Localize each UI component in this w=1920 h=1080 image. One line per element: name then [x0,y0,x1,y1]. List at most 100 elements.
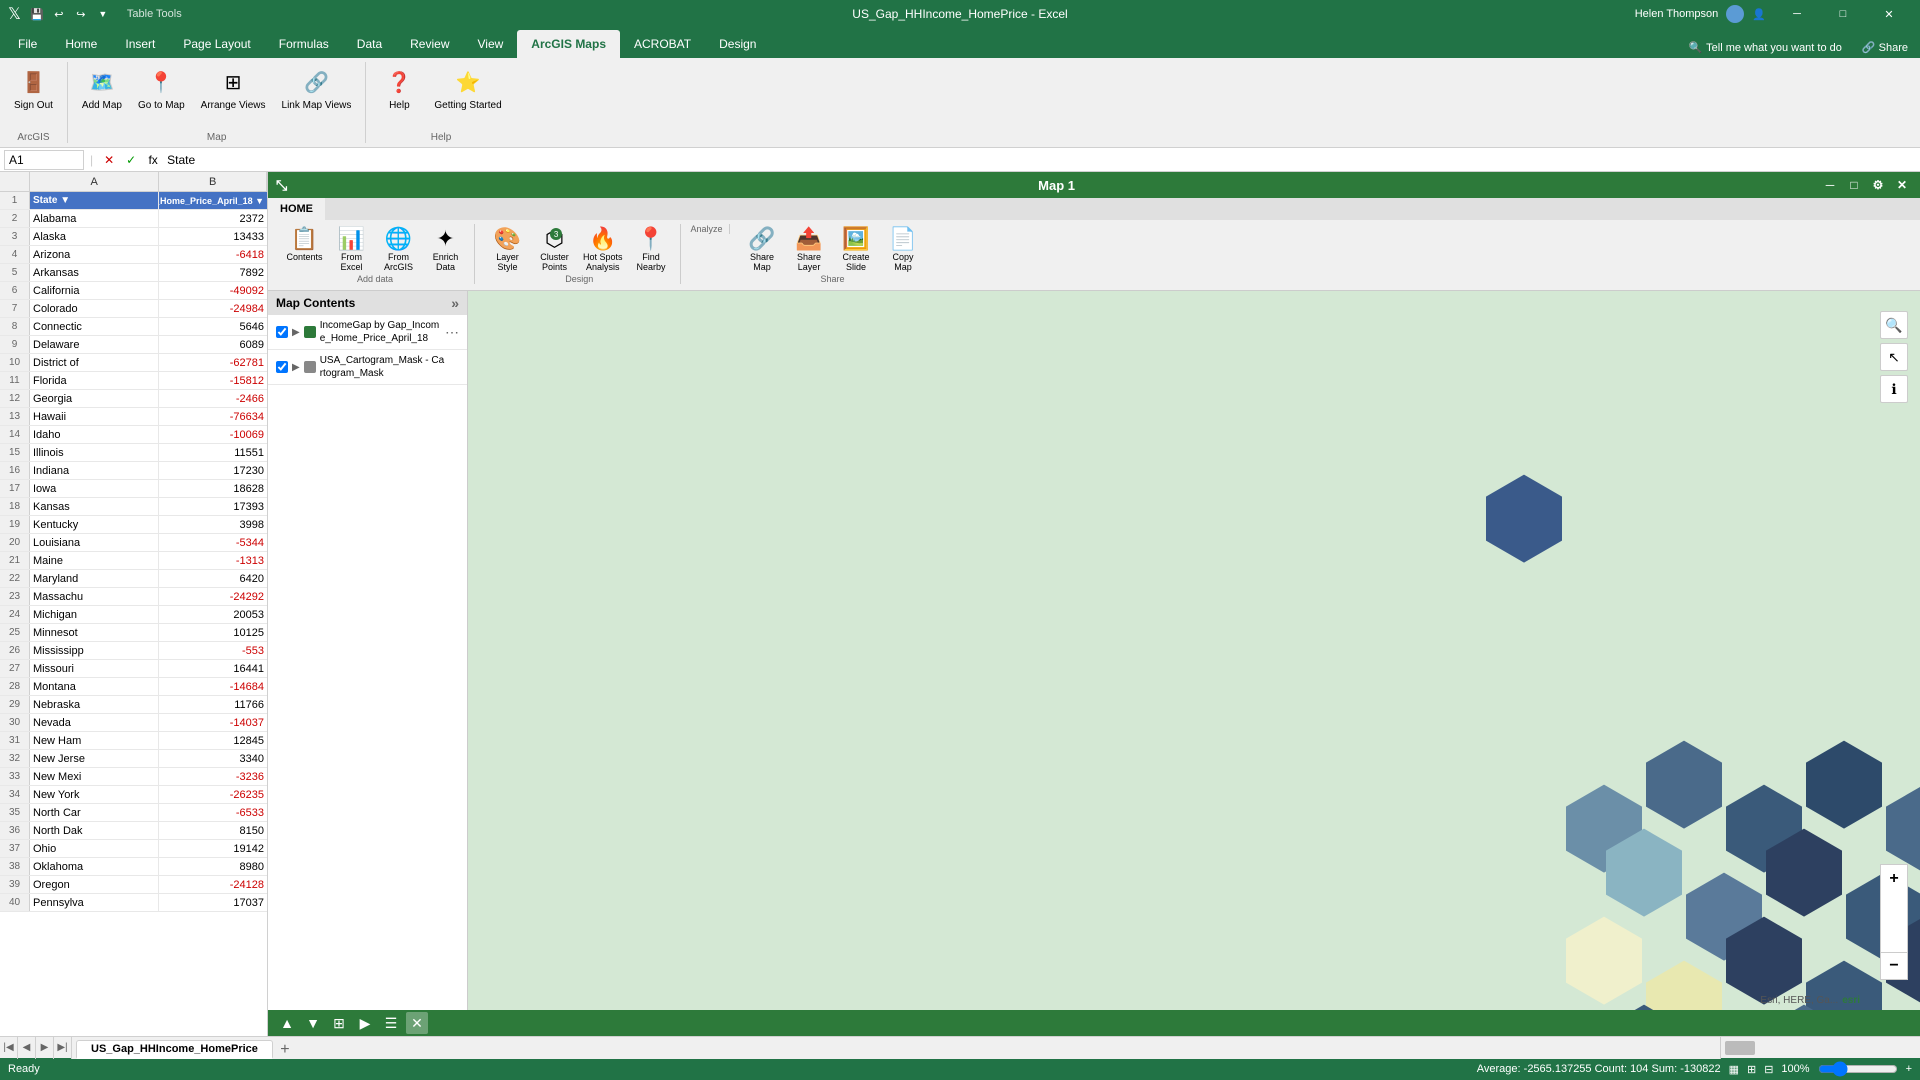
tell-me-input[interactable]: Tell me what you want to do [1706,42,1842,54]
col-header-a[interactable]: A [30,172,160,191]
enrich-data-button[interactable]: ✦ EnrichData [423,224,468,274]
cell-state-31[interactable]: New Ham [30,732,159,749]
table-row[interactable]: 7 Colorado -24984 [0,300,267,318]
cell-value-9[interactable]: 6089 [159,336,267,353]
map-contents-collapse-button[interactable]: » [451,295,459,311]
table-row[interactable]: 24 Michigan 20053 [0,606,267,624]
table-row[interactable]: 36 North Dak 8150 [0,822,267,840]
tab-page-layout[interactable]: Page Layout [169,30,264,58]
cell-state-33[interactable]: New Mexi [30,768,159,785]
header-row[interactable]: 1 State ▼ Gap_Income_Home_Price_April_18… [0,192,267,210]
formula-input[interactable] [167,153,1916,167]
cell-value-13[interactable]: -76634 [159,408,267,425]
tab-acrobat[interactable]: ACROBAT [620,30,705,58]
horizontal-scrollbar[interactable] [1720,1037,1920,1059]
insert-function-button[interactable]: fx [143,150,163,170]
cell-state-6[interactable]: California [30,282,159,299]
table-row[interactable]: 22 Maryland 6420 [0,570,267,588]
cell-value-2[interactable]: 2372 [159,210,267,227]
sheet-tab-main[interactable]: US_Gap_HHIncome_HomePrice [76,1040,273,1059]
cell-value-21[interactable]: -1313 [159,552,267,569]
cell-value-36[interactable]: 8150 [159,822,267,839]
table-row[interactable]: 21 Maine -1313 [0,552,267,570]
cell-value-39[interactable]: -24128 [159,876,267,893]
map-tab-home[interactable]: HOME [268,198,325,220]
from-excel-button[interactable]: 📊 FromExcel [329,224,374,274]
table-row[interactable]: 39 Oregon -24128 [0,876,267,894]
table-row[interactable]: 12 Georgia -2466 [0,390,267,408]
map-search-button[interactable]: 🔍 [1880,311,1908,339]
name-box[interactable] [4,150,84,170]
map-info-button[interactable]: ℹ [1880,375,1908,403]
cell-value-3[interactable]: 13433 [159,228,267,245]
copy-map-button[interactable]: 📄 CopyMap [881,224,926,274]
cell-state-14[interactable]: Idaho [30,426,159,443]
pagebreak-view-icon[interactable]: ⊟ [1764,1063,1773,1076]
map-canvas[interactable]: 🔍 ↖ ℹ + − Esri, HERE, Ga... esri [468,291,1920,1010]
cell-state-15[interactable]: Illinois [30,444,159,461]
cell-value-12[interactable]: -2466 [159,390,267,407]
cell-value-8[interactable]: 5646 [159,318,267,335]
add-sheet-button[interactable]: + [275,1041,295,1059]
table-row[interactable]: 13 Hawaii -76634 [0,408,267,426]
cell-a1[interactable]: State ▼ [30,192,159,209]
table-row[interactable]: 11 Florida -15812 [0,372,267,390]
map-close-button[interactable]: ✕ [1892,175,1912,195]
layer-1-checkbox[interactable] [276,326,288,338]
scroll-prev-button[interactable]: ◀ [18,1037,36,1059]
cell-value-17[interactable]: 18628 [159,480,267,497]
zoom-in-button[interactable]: + [1880,864,1908,892]
getting-started-button[interactable]: ⭐ Getting Started [428,62,507,116]
cell-state-36[interactable]: North Dak [30,822,159,839]
table-row[interactable]: 28 Montana -14684 [0,678,267,696]
cell-state-11[interactable]: Florida [30,372,159,389]
tab-data[interactable]: Data [343,30,396,58]
table-row[interactable]: 18 Kansas 17393 [0,498,267,516]
cell-state-16[interactable]: Indiana [30,462,159,479]
cell-state-9[interactable]: Delaware [30,336,159,353]
cell-value-5[interactable]: 7892 [159,264,267,281]
table-row[interactable]: 25 Minnesot 10125 [0,624,267,642]
cell-state-32[interactable]: New Jerse [30,750,159,767]
tab-arcgis-maps[interactable]: ArcGIS Maps [517,30,620,58]
tab-insert[interactable]: Insert [111,30,169,58]
cell-state-8[interactable]: Connectic [30,318,159,335]
table-row[interactable]: 37 Ohio 19142 [0,840,267,858]
cell-value-18[interactable]: 17393 [159,498,267,515]
table-row[interactable]: 15 Illinois 11551 [0,444,267,462]
cell-state-2[interactable]: Alabama [30,210,159,227]
share-layer-button[interactable]: 📤 ShareLayer [787,224,832,274]
share-icon[interactable]: 👤 [1752,8,1766,21]
table-row[interactable]: 20 Louisiana -5344 [0,534,267,552]
help-button[interactable]: ❓ Help [374,62,424,116]
cell-state-12[interactable]: Georgia [30,390,159,407]
cell-state-18[interactable]: Kansas [30,498,159,515]
cell-value-40[interactable]: 17037 [159,894,267,911]
table-row[interactable]: 6 California -49092 [0,282,267,300]
table-row[interactable]: 8 Connectic 5646 [0,318,267,336]
table-row[interactable]: 33 New Mexi -3236 [0,768,267,786]
cell-value-29[interactable]: 11766 [159,696,267,713]
nav-down-button[interactable]: ▼ [302,1012,324,1034]
cell-value-24[interactable]: 20053 [159,606,267,623]
add-map-button[interactable]: 🗺️ Add Map [76,62,128,116]
cell-value-7[interactable]: -24984 [159,300,267,317]
cell-value-16[interactable]: 17230 [159,462,267,479]
cell-state-21[interactable]: Maine [30,552,159,569]
tab-home[interactable]: Home [51,30,111,58]
cluster-points-button[interactable]: ⬡ 3 ClusterPoints [532,224,577,274]
table-row[interactable]: 23 Massachu -24292 [0,588,267,606]
cell-value-32[interactable]: 3340 [159,750,267,767]
customize-icon[interactable]: ▼ [95,6,111,22]
table-row[interactable]: 3 Alaska 13433 [0,228,267,246]
nav-list-button[interactable]: ☰ [380,1012,402,1034]
cell-value-26[interactable]: -553 [159,642,267,659]
cell-value-27[interactable]: 16441 [159,660,267,677]
from-arcgis-button[interactable]: 🌐 FromArcGIS [376,224,421,274]
cell-state-19[interactable]: Kentucky [30,516,159,533]
layer-2-checkbox[interactable] [276,361,288,373]
map-settings-button[interactable]: ⚙ [1868,175,1888,195]
cell-state-7[interactable]: Colorado [30,300,159,317]
table-row[interactable]: 14 Idaho -10069 [0,426,267,444]
table-row[interactable]: 35 North Car -6533 [0,804,267,822]
